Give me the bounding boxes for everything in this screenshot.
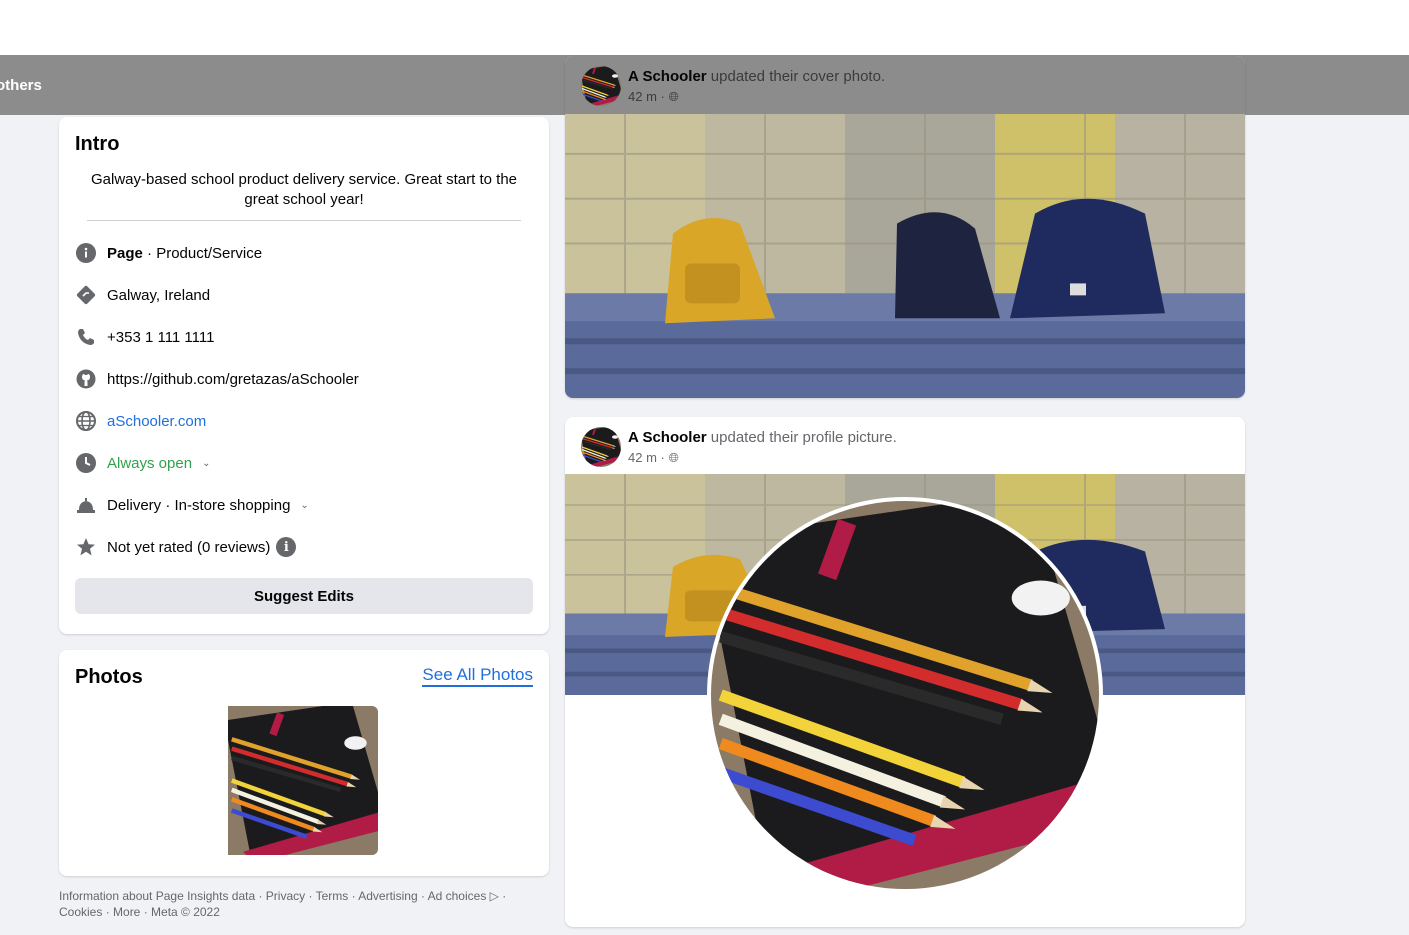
intro-row-phone: +353 1 111 1111 — [75, 316, 533, 358]
page-category: · Product/Service — [142, 244, 263, 262]
clock-icon — [75, 452, 97, 474]
phone-icon — [75, 326, 97, 348]
post-timestamp[interactable]: 42 m · — [628, 450, 665, 465]
others-label[interactable]: others — [0, 77, 42, 94]
location-pin-icon — [75, 284, 97, 306]
chevron-down-icon[interactable]: ⌄ — [202, 458, 210, 469]
post-author-name[interactable]: A Schooler — [628, 68, 707, 85]
info-icon — [75, 242, 97, 264]
chevron-down-icon[interactable]: ⌄ — [300, 500, 308, 511]
page-label: Page — [107, 244, 143, 262]
post-header-overlay — [565, 56, 1245, 114]
hours-text[interactable]: Always open — [107, 455, 192, 472]
globe-icon: 🌐︎ — [668, 89, 679, 104]
intro-row-hours[interactable]: Always open ⌄ — [75, 442, 533, 484]
location-text: Galway, Ireland — [107, 286, 211, 304]
intro-row-services[interactable]: Delivery · In-store shopping ⌄ — [75, 484, 533, 526]
globe-icon — [75, 410, 97, 432]
intro-row-github: https://github.com/gretazas/aSchooler — [75, 358, 533, 400]
phone-text: +353 1 111 1111 — [107, 328, 215, 346]
rating-info-icon[interactable]: i — [276, 537, 297, 557]
intro-row-rating: Not yet rated (0 reviews) i — [75, 526, 533, 568]
footer-line-1[interactable]: Information about Page Insights data · P… — [59, 888, 549, 904]
page-footer-links: Information about Page Insights data · P… — [59, 888, 549, 920]
intro-card: Intro Galway-based school product delive… — [59, 117, 549, 634]
service-bell-icon — [75, 494, 97, 516]
profile-picture-image[interactable] — [707, 497, 1103, 893]
intro-details: Page · Product/Service Galway, Ireland +… — [75, 232, 533, 568]
footer-line-2[interactable]: Cookies · More · Meta © 2022 — [59, 904, 549, 920]
post-meta: 42 m · 🌐︎ — [628, 89, 679, 105]
rating-text: Not yet rated (0 reviews) — [107, 538, 271, 556]
intro-title: Intro — [75, 133, 120, 155]
post-author-line: A Schooler updated their cover photo. — [628, 68, 885, 85]
github-link[interactable]: https://github.com/gretazas/aSchooler — [107, 371, 359, 388]
photo-thumbnail-pencils[interactable] — [228, 706, 378, 855]
see-all-photos-link[interactable]: See All Photos — [422, 665, 533, 687]
photo-thumbnails — [75, 706, 378, 855]
intro-row-location: Galway, Ireland — [75, 274, 533, 316]
post-cover-photo: A Schooler updated their cover photo. 42… — [565, 56, 1245, 398]
photo-thumbnail-backpack[interactable] — [75, 706, 224, 855]
avatar[interactable] — [581, 427, 621, 467]
globe-icon: 🌐︎ — [668, 450, 679, 465]
photos-card: Photos See All Photos — [59, 650, 549, 876]
post-action-text: updated their profile picture. — [706, 429, 897, 446]
post-action-text: updated their cover photo. — [706, 68, 886, 85]
github-icon — [75, 368, 97, 390]
intro-row-page-type: Page · Product/Service — [75, 232, 533, 274]
avatar[interactable] — [581, 66, 621, 106]
post-author-line: A Schooler updated their profile picture… — [628, 429, 897, 446]
suggest-edits-button[interactable]: Suggest Edits — [75, 578, 533, 614]
post-author-name[interactable]: A Schooler — [628, 429, 707, 446]
intro-bio: Galway-based school product delivery ser… — [87, 170, 521, 221]
post-timestamp[interactable]: 42 m · — [628, 89, 665, 104]
post-meta: 42 m · 🌐︎ — [628, 450, 679, 466]
intro-row-website: aSchooler.com — [75, 400, 533, 442]
top-navigation-bar — [0, 0, 1409, 55]
post-profile-picture: A Schooler updated their profile picture… — [565, 417, 1245, 927]
services-text[interactable]: Delivery · In-store shopping — [107, 497, 290, 514]
cover-photo-image[interactable] — [565, 114, 1245, 398]
star-icon — [75, 536, 97, 558]
website-link[interactable]: aSchooler.com — [107, 413, 206, 430]
